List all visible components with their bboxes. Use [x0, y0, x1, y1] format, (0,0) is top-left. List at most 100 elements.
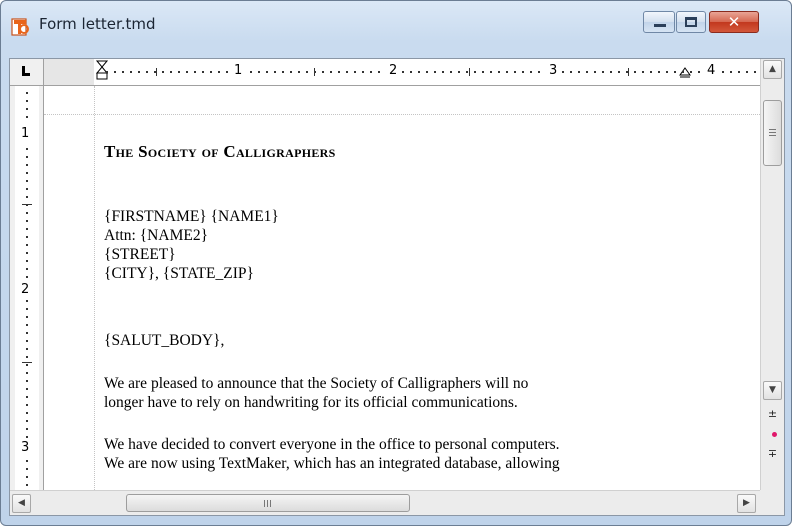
ruler-dot — [682, 71, 684, 73]
ruler-dot — [666, 71, 668, 73]
first-line-indent-marker[interactable] — [96, 60, 108, 86]
chevron-left-icon: ◀ — [18, 498, 25, 508]
ruler-dot — [722, 71, 724, 73]
ruler-dot — [26, 164, 28, 166]
ruler-dot — [570, 71, 572, 73]
close-icon: ✕ — [727, 13, 741, 31]
document-page[interactable]: The Society of Calligraphers {FIRSTNAME}… — [44, 86, 760, 490]
ruler-dot — [658, 71, 660, 73]
ruler-number: 4 — [707, 63, 716, 78]
browse-object-dot-icon — [772, 432, 777, 437]
ruler-dot — [418, 71, 420, 73]
ruler-number: 1 — [21, 126, 30, 141]
grip-line — [264, 500, 265, 507]
ruler-dot — [498, 71, 500, 73]
ruler-dot — [26, 380, 28, 382]
ruler-dot — [514, 71, 516, 73]
textmaker-app-icon[interactable] — [11, 16, 29, 36]
ruler-dot — [258, 71, 260, 73]
right-indent-marker[interactable] — [679, 67, 691, 79]
close-button[interactable]: ✕ — [709, 11, 759, 33]
ruler-dot — [26, 372, 28, 374]
ruler-dot — [122, 71, 124, 73]
ruler-dot — [410, 71, 412, 73]
tab-stop-selector[interactable] — [10, 59, 44, 86]
ruler-dot — [674, 71, 676, 73]
ruler-number: 2 — [21, 282, 30, 297]
scroll-left-button[interactable]: ◀ — [12, 494, 31, 513]
previous-page-button[interactable]: ± — [764, 405, 781, 422]
grip-line — [769, 132, 776, 133]
paragraph-line: We are now using TextMaker, which has an… — [104, 455, 560, 472]
ruler-tick — [156, 68, 157, 76]
ruler-dot — [274, 71, 276, 73]
ruler-dot — [226, 71, 228, 73]
ruler-dot — [442, 71, 444, 73]
ruler-dot — [202, 71, 204, 73]
title-bar[interactable]: Form letter.tmd ✕ — [1, 1, 791, 51]
ruler-dot — [738, 71, 740, 73]
app-window: Form letter.tmd ✕ 1 2 3 4 1 2 3 The Soci… — [0, 0, 792, 526]
chevron-down-icon: ▼ — [769, 385, 776, 395]
ruler-number: 1 — [234, 63, 243, 78]
scrollbar-corner — [760, 490, 784, 515]
ruler-dot — [650, 71, 652, 73]
horizontal-scroll-thumb[interactable] — [126, 494, 410, 512]
scroll-up-button[interactable]: ▲ — [763, 60, 782, 79]
vertical-ruler[interactable]: 1 2 3 — [10, 86, 44, 490]
vertical-scrollbar[interactable]: ▲ ▼ ± ∓ — [760, 59, 784, 490]
left-margin-area — [44, 59, 94, 85]
ruler-dot — [642, 71, 644, 73]
ruler-dot — [426, 71, 428, 73]
ruler-dot — [26, 108, 28, 110]
grip-line — [769, 135, 776, 136]
ruler-number: 2 — [389, 63, 398, 78]
window-title: Form letter.tmd — [39, 15, 156, 33]
ruler-dot — [26, 460, 28, 462]
ruler-tick — [314, 68, 315, 76]
ruler-dot — [378, 71, 380, 73]
address-line: {CITY}, {STATE_ZIP} — [104, 265, 254, 282]
ruler-dot — [266, 71, 268, 73]
ruler-dot — [26, 236, 28, 238]
ruler-number: 3 — [549, 63, 558, 78]
paragraph-line: We are pleased to announce that the Soci… — [104, 375, 529, 392]
ruler-dot — [562, 71, 564, 73]
ruler-dot — [538, 71, 540, 73]
ruler-number: 3 — [21, 440, 30, 455]
ruler-dot — [618, 71, 620, 73]
horizontal-ruler[interactable]: 1 2 3 4 — [44, 59, 760, 86]
ruler-tick — [469, 68, 470, 76]
scroll-right-button[interactable]: ▶ — [737, 494, 756, 513]
top-margin-guide — [44, 114, 760, 115]
ruler-dot — [634, 71, 636, 73]
ruler-dot — [26, 156, 28, 158]
previous-page-icon: ± — [767, 407, 778, 420]
ruler-dot — [26, 340, 28, 342]
ruler-dot — [26, 180, 28, 182]
ruler-dot — [610, 71, 612, 73]
ruler-dot — [450, 71, 452, 73]
ruler-dot — [26, 100, 28, 102]
ruler-dot — [106, 71, 108, 73]
ruler-dot — [322, 71, 324, 73]
next-page-button[interactable]: ∓ — [764, 445, 781, 462]
horizontal-scrollbar[interactable]: ◀ ▶ — [10, 490, 760, 515]
ruler-dot — [170, 71, 172, 73]
grip-line — [270, 500, 271, 507]
ruler-dot — [26, 436, 28, 438]
ruler-dot — [26, 348, 28, 350]
vertical-scroll-thumb[interactable] — [763, 100, 782, 166]
maximize-button[interactable] — [676, 11, 706, 33]
ruler-dot — [26, 308, 28, 310]
ruler-tick — [22, 204, 32, 205]
ruler-dot — [490, 71, 492, 73]
ruler-dot — [26, 412, 28, 414]
scroll-down-button[interactable]: ▼ — [763, 381, 782, 400]
minimize-button[interactable] — [643, 11, 675, 33]
browse-object-button[interactable] — [764, 425, 781, 442]
ruler-dot — [466, 71, 468, 73]
ruler-dot — [162, 71, 164, 73]
ruler-dot — [26, 212, 28, 214]
ruler-dot — [690, 71, 692, 73]
